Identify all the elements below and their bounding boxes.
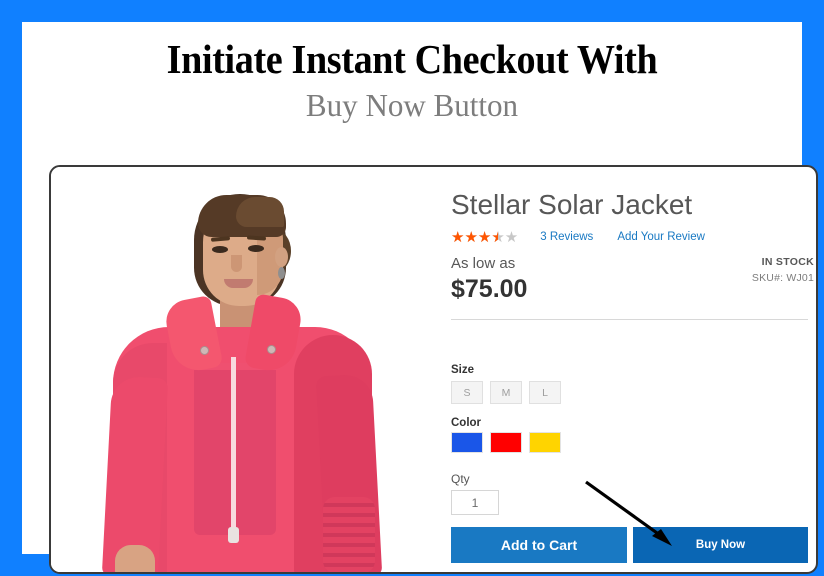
product-image[interactable] [51, 167, 436, 572]
jacket-cuff-ruffle [323, 497, 375, 572]
product-card: Stellar Solar Jacket ★★★★★ ★★★★★ 3 Revie… [49, 165, 818, 574]
model-earring [278, 267, 285, 279]
model-ear [275, 247, 288, 267]
model-eye-right [248, 245, 264, 252]
model-hair-part [236, 197, 284, 227]
page-title: Initiate Instant Checkout With [166, 36, 658, 82]
size-swatch-m[interactable]: M [490, 381, 522, 404]
jacket-zipper [231, 357, 236, 533]
color-swatch-group[interactable] [451, 432, 561, 453]
jacket-stud-right [267, 345, 276, 354]
color-swatch-yellow[interactable] [529, 432, 561, 453]
jacket-stud-left [200, 346, 209, 355]
model-mouth [224, 279, 253, 288]
product-name: Stellar Solar Jacket [451, 189, 693, 220]
action-buttons-row: Add to Cart Buy Now [451, 527, 808, 563]
outer-blue-frame: Initiate Instant Checkout With Buy Now B… [0, 0, 824, 576]
size-swatch-l[interactable]: L [529, 381, 561, 404]
stock-status-badge: IN STOCK [761, 256, 814, 268]
section-divider [451, 319, 808, 320]
reviews-count-link[interactable]: 3 Reviews [540, 231, 593, 243]
color-swatch-blue[interactable] [451, 432, 483, 453]
color-option-label: Color [451, 417, 482, 429]
qty-input[interactable]: 1 [451, 490, 499, 515]
page-subtitle: Buy Now Button [305, 87, 519, 123]
product-price: $75.00 [451, 275, 528, 303]
size-option-label: Size [451, 364, 475, 376]
size-swatch-s[interactable]: S [451, 381, 483, 404]
star-rating[interactable]: ★★★★★ ★★★★★ [451, 230, 518, 245]
size-swatch-group[interactable]: S M L [451, 381, 561, 404]
model-eye-left [212, 246, 228, 253]
add-your-review-link[interactable]: Add Your Review [617, 231, 705, 243]
add-to-cart-button[interactable]: Add to Cart [451, 527, 627, 563]
heading-block: Initiate Instant Checkout With Buy Now B… [22, 22, 802, 124]
price-prefix-label: As low as [451, 255, 516, 272]
model-nose [231, 255, 242, 272]
product-photo-illustration [51, 167, 436, 572]
jacket-sleeve-left [101, 375, 169, 572]
product-sku: SKU#: WJ01 [751, 272, 814, 284]
rating-row: ★★★★★ ★★★★★ 3 Reviews Add Your Review [451, 229, 705, 245]
product-info-panel: Stellar Solar Jacket ★★★★★ ★★★★★ 3 Revie… [446, 167, 816, 572]
slide-canvas: Initiate Instant Checkout With Buy Now B… [22, 22, 818, 574]
buy-now-button[interactable]: Buy Now [633, 527, 808, 563]
stars-filled: ★★★★★ [451, 229, 498, 245]
color-swatch-red[interactable] [490, 432, 522, 453]
jacket-zipper-pull [228, 527, 239, 543]
qty-label: Qty [451, 472, 470, 486]
model-hand [115, 545, 155, 572]
